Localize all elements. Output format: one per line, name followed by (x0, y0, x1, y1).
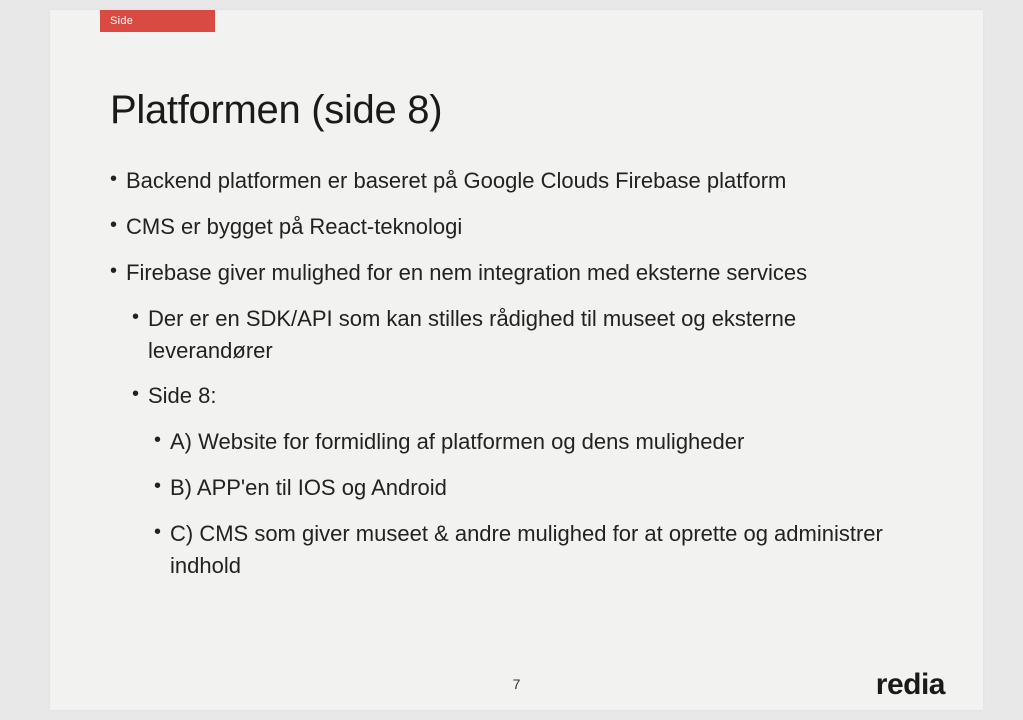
slide-tab-label: Side (110, 15, 133, 27)
bullet-text: Firebase giver mulighed for en nem integ… (126, 260, 807, 285)
sub-sub-bullet-text: B) APP'en til IOS og Android (170, 475, 447, 500)
brand-logo: redia (876, 668, 945, 702)
sub-bullet-item: Der er en SDK/API som kan stilles rådigh… (132, 303, 923, 367)
bullet-item: CMS er bygget på React-teknologi (110, 211, 923, 243)
sub-sub-bullet-item: B) APP'en til IOS og Android (154, 472, 923, 504)
slide-tab: Side (100, 10, 215, 32)
sub-bullet-text: Der er en SDK/API som kan stilles rådigh… (148, 306, 796, 363)
sub-bullet-list: Der er en SDK/API som kan stilles rådigh… (126, 303, 923, 582)
bullet-item: Backend platformen er baseret på Google … (110, 165, 923, 197)
sub-bullet-item: Side 8: A) Website for formidling af pla… (132, 380, 923, 581)
sub-sub-bullet-item: A) Website for formidling af platformen … (154, 426, 923, 458)
sub-sub-bullet-list: A) Website for formidling af platformen … (148, 426, 923, 582)
sub-sub-bullet-text: C) CMS som giver museet & andre mulighed… (170, 521, 883, 578)
page-number: 7 (513, 676, 521, 692)
slide-page: Side Platformen (side 8) Backend platfor… (50, 10, 983, 710)
bullet-text: CMS er bygget på React-teknologi (126, 214, 462, 239)
slide-title: Platformen (side 8) (110, 88, 923, 133)
bullet-text: Backend platformen er baseret på Google … (126, 168, 786, 193)
sub-bullet-text: Side 8: (148, 383, 217, 408)
bullet-list: Backend platformen er baseret på Google … (110, 165, 923, 582)
sub-sub-bullet-text: A) Website for formidling af platformen … (170, 429, 744, 454)
sub-sub-bullet-item: C) CMS som giver museet & andre mulighed… (154, 518, 923, 582)
bullet-item: Firebase giver mulighed for en nem integ… (110, 257, 923, 582)
slide-content: Platformen (side 8) Backend platformen e… (50, 10, 983, 636)
